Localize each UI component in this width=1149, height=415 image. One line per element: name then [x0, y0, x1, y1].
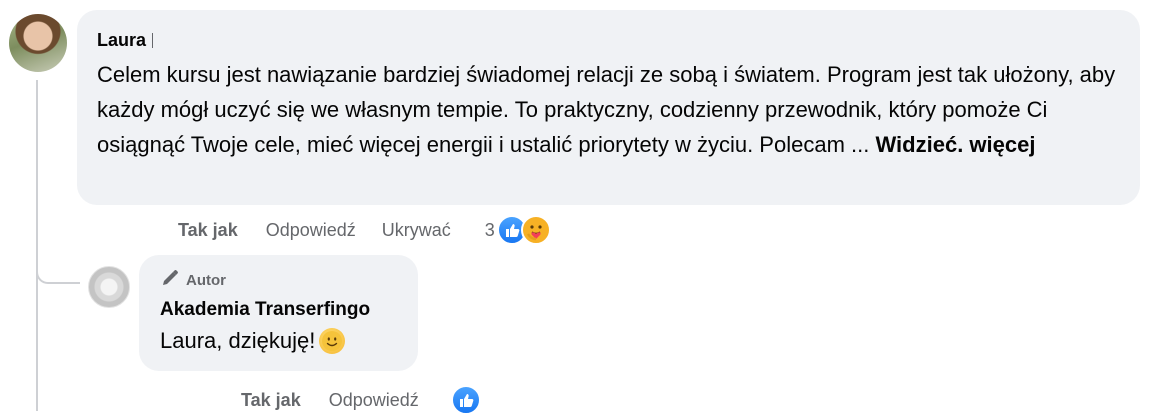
comment-author-name[interactable]: Laura [97, 30, 146, 50]
author-badge: Autor [160, 268, 226, 292]
reply-button[interactable]: Odpowiedź [266, 220, 356, 241]
reply-author[interactable]: Akademia Transerfingo [160, 299, 370, 321]
care-icon[interactable] [520, 215, 551, 245]
reply-body: Laura, dziękuję! [160, 328, 316, 353]
avatar-akademia[interactable] [88, 266, 130, 308]
like-button[interactable]: Tak jak [178, 220, 238, 241]
avatar-laura[interactable] [9, 14, 67, 72]
thread-line-branch [36, 270, 80, 284]
comment-text: Celem kursu jest nawiązanie bardziej świ… [97, 57, 1127, 162]
reply-like-button[interactable]: Tak jak [241, 390, 301, 411]
reply-text: Laura, dziękuję! [160, 328, 346, 354]
hide-button[interactable]: Ukrywać [382, 220, 451, 241]
comment-author[interactable]: Laura [97, 30, 154, 51]
reaction-count[interactable]: 3 [485, 220, 495, 241]
comment-actions: Tak jak Odpowiedź Ukrywać 3 [178, 215, 551, 245]
smiling-face-icon [319, 328, 346, 354]
pencil-icon [160, 268, 180, 292]
see-more-link[interactable]: Widzieć. więcej [875, 132, 1035, 157]
thread-line-vertical [36, 80, 38, 411]
reply-reply-button[interactable]: Odpowiedź [329, 390, 419, 411]
author-badge-label: Autor [186, 271, 226, 289]
author-separator [152, 33, 154, 48]
